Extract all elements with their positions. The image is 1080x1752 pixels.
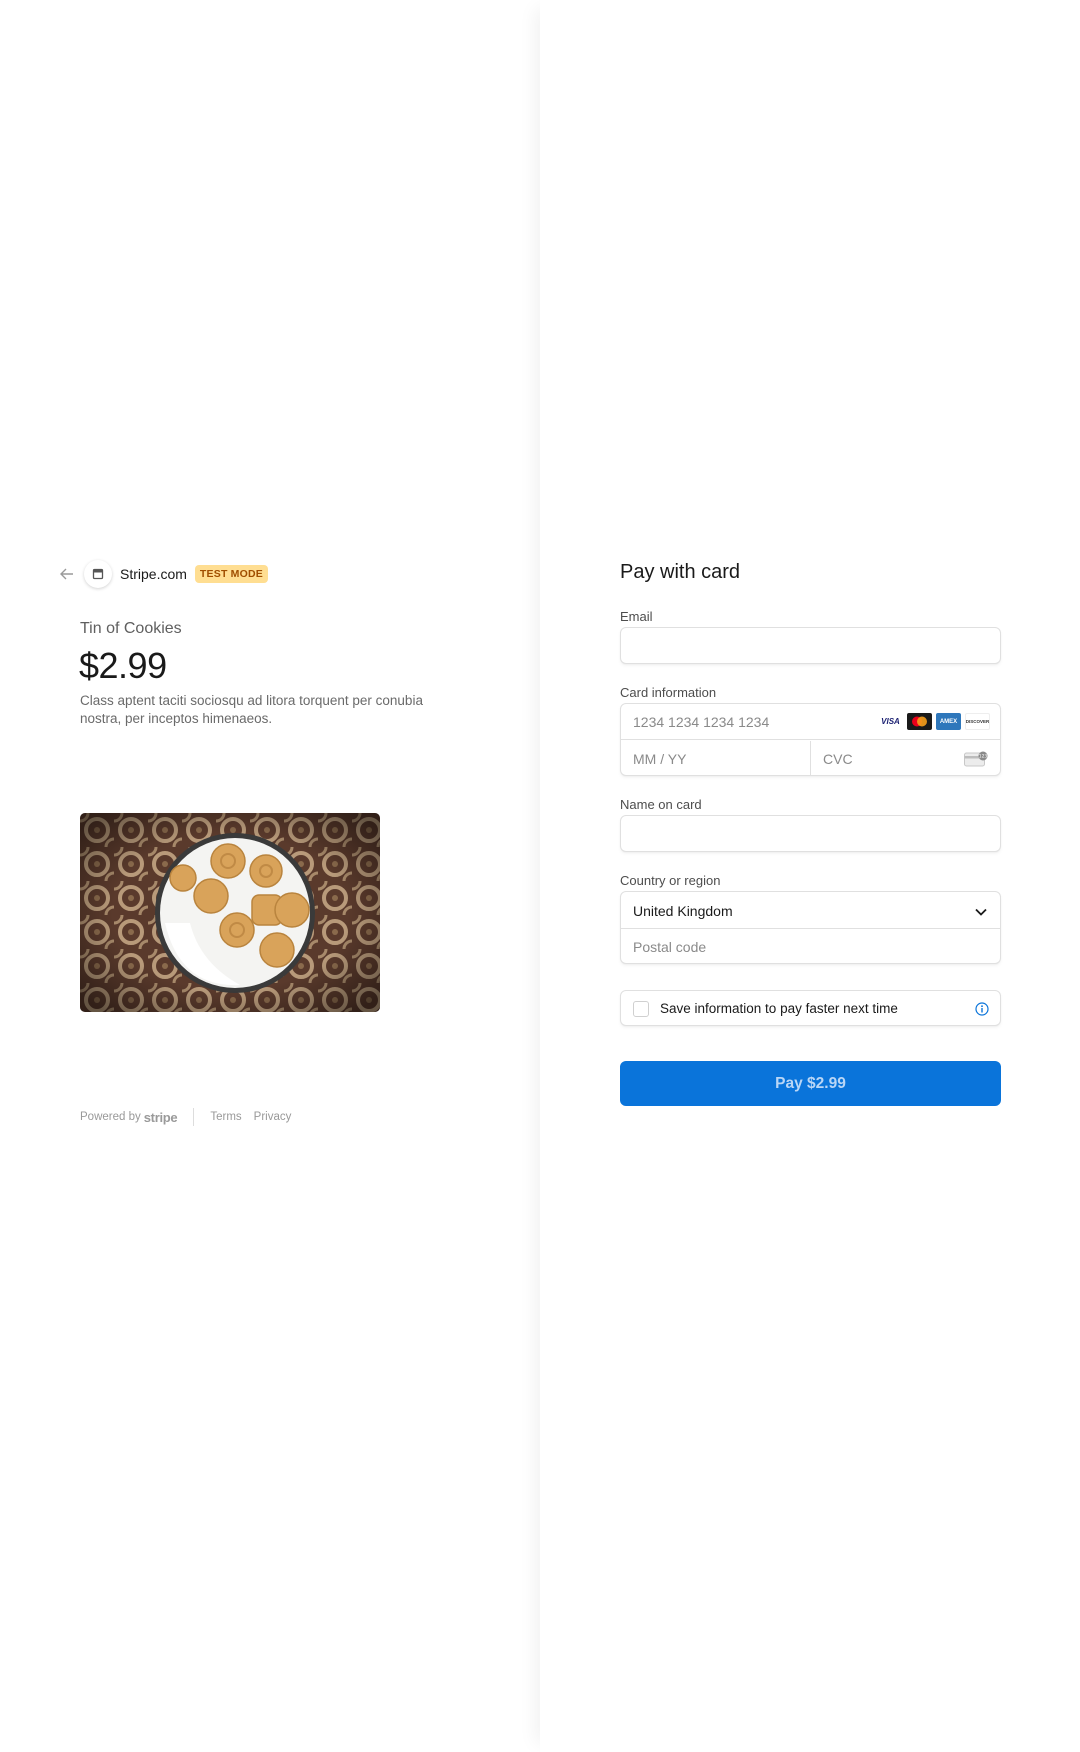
name-on-card-input[interactable] [621, 816, 1000, 851]
discover-icon: DISCOVER [965, 713, 990, 730]
terms-link[interactable]: Terms [210, 1111, 241, 1123]
postal-code-field[interactable] [621, 929, 1000, 964]
card-info-label: Card information [620, 685, 717, 700]
back-arrow-icon[interactable] [58, 565, 76, 583]
card-number-input[interactable] [621, 704, 861, 739]
order-summary-pane: Stripe.com TEST MODE Tin of Cookies $2.9… [0, 0, 540, 1752]
cvc-input[interactable] [811, 741, 951, 776]
country-label: Country or region [620, 873, 721, 888]
stripe-logo: stripe [143, 1109, 178, 1125]
expiry-field[interactable] [621, 741, 811, 776]
chevron-down-icon [974, 904, 988, 922]
info-icon[interactable] [975, 1002, 989, 1021]
card-number-field[interactable]: VISA AMEX DISCOVER [621, 704, 1000, 740]
card-info-group: VISA AMEX DISCOVER 123 [620, 703, 1001, 776]
cvc-card-icon: 123 [964, 751, 988, 772]
save-info-checkbox[interactable] [633, 1001, 649, 1017]
amex-icon: AMEX [936, 713, 961, 730]
email-field[interactable] [620, 627, 1001, 664]
email-label: Email [620, 609, 653, 624]
powered-by-stripe[interactable]: Powered by stripe [80, 1109, 178, 1125]
pay-button-label: Pay $2.99 [775, 1074, 846, 1092]
name-on-card-field[interactable] [620, 815, 1001, 852]
mastercard-icon [907, 713, 932, 730]
test-mode-badge: TEST MODE [194, 565, 268, 583]
cvc-field[interactable]: 123 [811, 741, 1000, 776]
save-info-box: Save information to pay faster next time [620, 990, 1001, 1026]
svg-text:123: 123 [979, 754, 988, 760]
privacy-link[interactable]: Privacy [254, 1111, 292, 1123]
pay-button[interactable]: Pay $2.99 [620, 1061, 1001, 1106]
save-info-label[interactable]: Save information to pay faster next time [660, 1001, 898, 1016]
powered-by-label: Powered by [80, 1111, 141, 1123]
form-title: Pay with card [620, 561, 741, 583]
product-name: Tin of Cookies [80, 620, 182, 637]
footer-divider [193, 1108, 195, 1126]
merchant-logo-icon[interactable] [84, 560, 112, 588]
product-description: Class aptent taciti sociosqu ad litora t… [80, 693, 423, 726]
footer: Powered by stripe Terms Privacy [80, 1108, 303, 1126]
email-input[interactable] [621, 628, 1000, 663]
country-select[interactable]: United Kingdom [621, 892, 1000, 929]
country-region-group: United Kingdom [620, 891, 1001, 964]
visa-icon: VISA [878, 713, 903, 730]
product-price: $2.99 [79, 645, 167, 686]
postal-code-input[interactable] [621, 929, 1000, 964]
merchant-name[interactable]: Stripe.com [120, 566, 187, 582]
product-image [80, 813, 380, 1012]
card-brands: VISA AMEX DISCOVER [878, 713, 990, 730]
merchant-header: Stripe.com TEST MODE [58, 560, 268, 588]
expiry-input[interactable] [621, 741, 761, 776]
name-on-card-label: Name on card [620, 797, 702, 812]
country-value: United Kingdom [633, 903, 733, 919]
